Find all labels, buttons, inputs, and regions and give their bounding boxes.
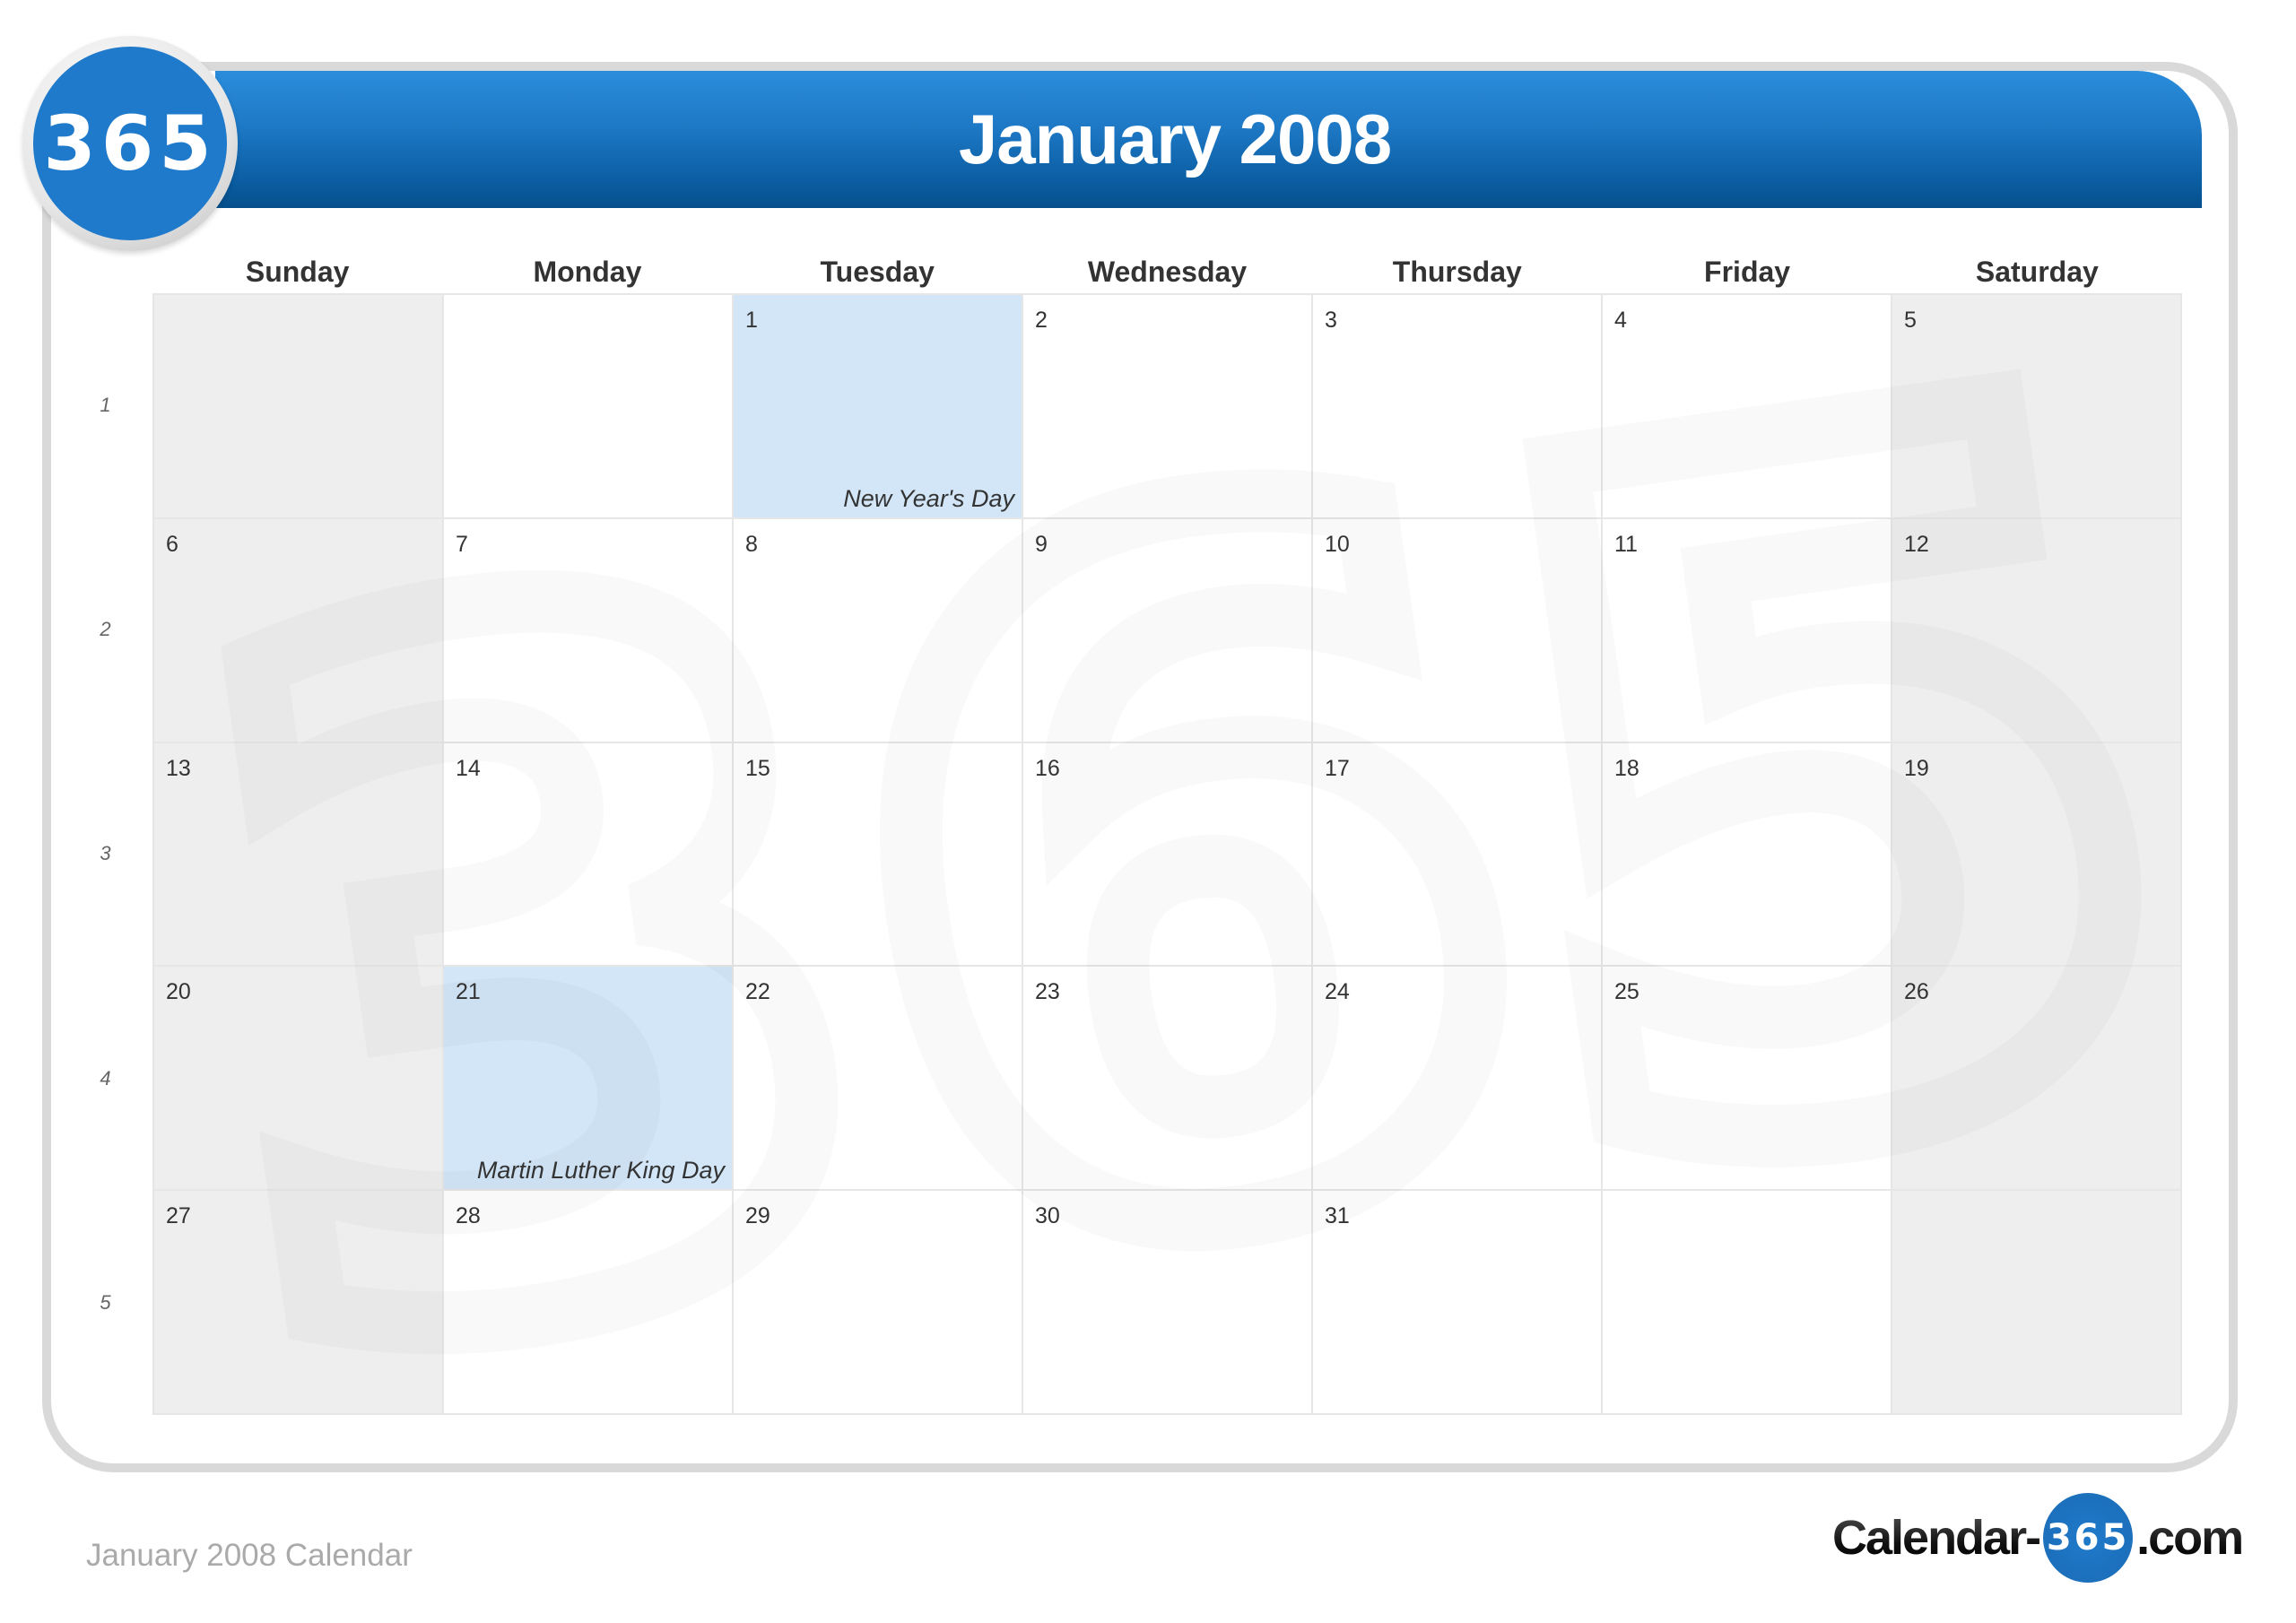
day-cell[interactable]: 22 — [734, 967, 1023, 1192]
holiday-label: Martin Luther King Day — [476, 1157, 725, 1185]
day-cell[interactable]: 27 — [154, 1191, 444, 1415]
day-cell[interactable]: 6 — [154, 518, 444, 743]
empty-day-cell — [1603, 1191, 1892, 1415]
day-cell[interactable]: 13 — [154, 742, 444, 968]
day-cell[interactable]: 8 — [734, 518, 1023, 743]
day-cell[interactable]: 2 — [1023, 295, 1313, 519]
day-number: 8 — [745, 531, 758, 557]
day-cell[interactable]: 15 — [734, 742, 1023, 968]
brand-badge: 365 — [2043, 1493, 2134, 1583]
day-number: 12 — [1904, 531, 1929, 557]
weekday-friday: Friday — [1704, 256, 1791, 288]
weekday-thursday: Thursday — [1392, 256, 1522, 288]
brand-prefix: Calendar- — [1832, 1511, 2041, 1565]
day-number: 6 — [166, 531, 178, 557]
empty-day-cell — [1892, 1191, 2182, 1415]
day-number: 26 — [1904, 979, 1929, 1005]
day-cell[interactable]: 26 — [1892, 967, 2182, 1192]
day-number: 18 — [1614, 755, 1639, 781]
day-cell[interactable]: 23 — [1023, 967, 1313, 1192]
day-cell[interactable]: 19 — [1892, 742, 2182, 968]
day-number: 28 — [456, 1203, 481, 1229]
day-cell[interactable]: 14 — [444, 742, 734, 968]
day-number: 10 — [1325, 531, 1350, 557]
month-title: January 2008 — [958, 100, 1392, 178]
day-number: 9 — [1035, 531, 1048, 557]
day-number: 23 — [1035, 979, 1060, 1005]
day-number: 2 — [1035, 308, 1048, 333]
day-cell[interactable]: 25 — [1603, 967, 1892, 1192]
day-cell[interactable]: 18 — [1603, 742, 1892, 968]
brand-suffix: .com — [2136, 1511, 2244, 1565]
day-cell[interactable]: 12 — [1892, 518, 2182, 743]
day-cell[interactable]: 17 — [1313, 742, 1603, 968]
day-number: 27 — [166, 1203, 191, 1229]
day-number: 20 — [166, 979, 191, 1005]
day-number: 7 — [456, 531, 468, 557]
day-cell[interactable]: 29 — [734, 1191, 1023, 1415]
day-number: 15 — [745, 755, 770, 781]
day-cell[interactable]: 16 — [1023, 742, 1313, 968]
day-number: 3 — [1325, 308, 1337, 333]
day-cell[interactable]: 5 — [1892, 295, 2182, 519]
empty-day-cell — [444, 295, 734, 519]
day-number: 25 — [1614, 979, 1639, 1005]
day-number: 13 — [166, 755, 191, 781]
day-number: 31 — [1325, 1203, 1350, 1229]
day-number: 4 — [1614, 308, 1627, 333]
day-number: 5 — [1904, 308, 1917, 333]
day-number: 17 — [1325, 755, 1350, 781]
week-number: 5 — [100, 1290, 111, 1314]
day-number: 22 — [745, 979, 770, 1005]
day-cell[interactable]: 21 Martin Luther King Day — [444, 967, 734, 1192]
day-cell[interactable]: 10 — [1313, 518, 1603, 743]
week-number: 4 — [100, 1066, 111, 1089]
logo-badge: 365 — [33, 47, 227, 240]
day-cell[interactable]: 7 — [444, 518, 734, 743]
day-number: 19 — [1904, 755, 1929, 781]
weekday-saturday: Saturday — [1975, 256, 2099, 288]
footer-caption: January 2008 Calendar — [86, 1538, 413, 1573]
calendar-grid: 1 New Year's Day 2 3 4 5 6 7 8 9 10 11 12 13 14 15 16 17 1… — [152, 293, 2182, 1415]
day-cell[interactable]: 9 — [1023, 518, 1313, 743]
day-cell[interactable]: 28 — [444, 1191, 734, 1415]
day-number: 1 — [745, 308, 758, 333]
empty-day-cell — [154, 295, 444, 519]
day-cell[interactable]: 1 New Year's Day — [734, 295, 1023, 519]
day-cell[interactable]: 3 — [1313, 295, 1603, 519]
day-cell[interactable]: 4 — [1603, 295, 1892, 519]
day-number: 14 — [456, 755, 481, 781]
weekday-tuesday: Tuesday — [820, 256, 935, 288]
day-number: 29 — [745, 1203, 770, 1229]
day-number: 21 — [456, 979, 481, 1005]
day-number: 11 — [1614, 531, 1638, 557]
weekday-wednesday: Wednesday — [1087, 256, 1248, 288]
weekday-monday: Monday — [533, 256, 642, 288]
weekday-sunday: Sunday — [245, 256, 350, 288]
day-cell[interactable]: 31 — [1313, 1191, 1603, 1415]
week-number: 3 — [100, 842, 111, 865]
day-cell[interactable]: 20 — [154, 967, 444, 1192]
brand-logo[interactable]: Calendar- 365 .com — [1832, 1488, 2244, 1587]
day-cell[interactable]: 24 — [1313, 967, 1603, 1192]
week-number: 2 — [100, 618, 111, 641]
day-number: 16 — [1035, 755, 1060, 781]
week-number: 1 — [100, 394, 111, 417]
day-cell[interactable]: 30 — [1023, 1191, 1313, 1415]
day-number: 30 — [1035, 1203, 1060, 1229]
weekday-header-row: Sunday Monday Tuesday Wednesday Thursday… — [152, 251, 2182, 292]
day-number: 24 — [1325, 979, 1350, 1005]
week-number-column: 1 2 3 4 5 — [81, 293, 130, 1415]
day-cell[interactable]: 11 — [1603, 518, 1892, 743]
holiday-label: New Year's Day — [843, 484, 1014, 512]
